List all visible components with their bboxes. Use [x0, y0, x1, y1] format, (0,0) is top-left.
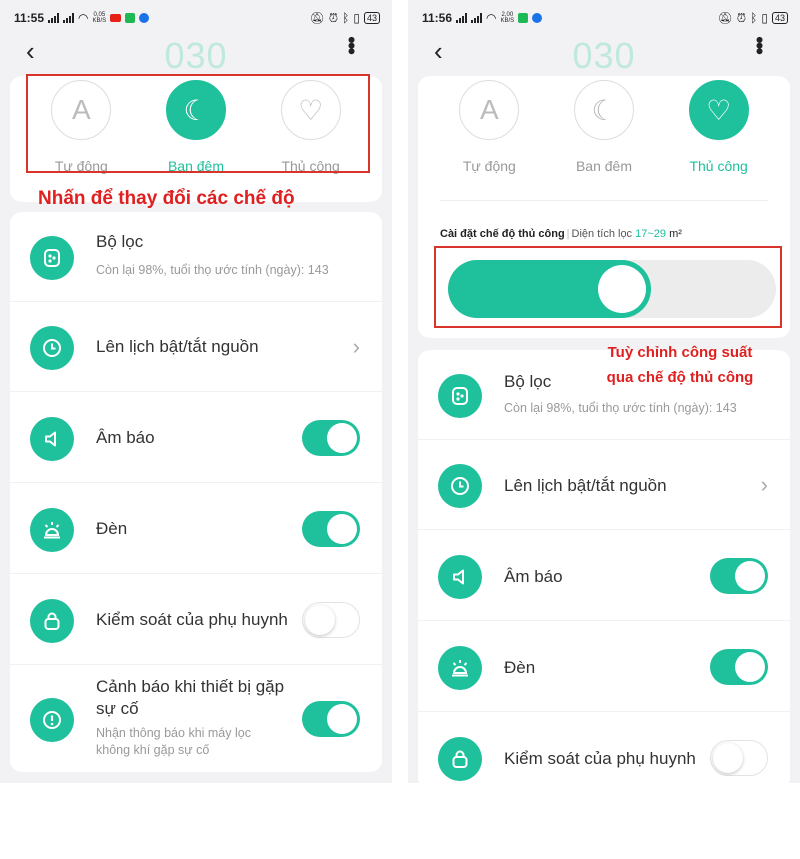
- auto-icon[interactable]: A: [459, 80, 520, 140]
- wifi-icon: ◠: [78, 11, 89, 25]
- heart-icon[interactable]: ♡: [688, 80, 749, 140]
- settings-row-parental: Kiểm soát của phụ huynh: [10, 575, 382, 665]
- title-bar: ‹ 030 •••: [408, 36, 800, 76]
- mode-label: Thủ công: [689, 158, 748, 174]
- vibrate-icon: ▯: [353, 11, 360, 25]
- settings-row-schedule[interactable]: Lên lịch bật/tắt nguồn ›: [10, 302, 382, 392]
- settings-row-alert: Cảnh báo khi thiết bị gặp sự cố Nhận thôn…: [10, 666, 382, 772]
- right-screenshot: 11:56 ◠ 2,00 KB/S 🔕︎ ⏰︎ ᛒ ▯ 43 ‹ 030 ••• …: [408, 0, 800, 783]
- signal-icon: [48, 13, 60, 23]
- chevron-right-icon: ›: [760, 472, 768, 497]
- manual-settings-label: Cài đặt chế độ thủ công | Diện tích lọc 17…: [440, 228, 682, 240]
- bluetooth-icon: ᛒ: [342, 11, 350, 25]
- messenger-icon: [139, 13, 150, 23]
- settings-list: Bộ lọc Còn lại 98%, tuổi thọ ước tính (n…: [10, 212, 382, 772]
- settings-list: Bộ lọc Còn lại 98%, tuổi thọ ước tính (n…: [418, 350, 790, 783]
- messenger-icon: [532, 13, 543, 23]
- clock-icon: [30, 326, 74, 370]
- line-app-icon: [518, 13, 529, 23]
- row-subtitle: Còn lại 98%, tuổi thọ ước tính (ngày): 1…: [504, 401, 737, 415]
- speaker-icon: [30, 417, 74, 461]
- annotation-text: Nhấn để thay đổi các chế độ: [38, 188, 295, 209]
- network-speed: 2,00 KB/S: [500, 12, 515, 24]
- device-title: 030: [164, 35, 228, 76]
- row-title: Lên lịch bật/tắt nguồn: [96, 337, 259, 356]
- wifi-icon: ◠: [486, 11, 497, 25]
- annotation-text: Tuỳ chỉnh công suất qua chế độ thủ công: [606, 344, 754, 386]
- status-time: 11:56: [422, 11, 453, 25]
- left-screenshot: 11:55 ◠ 0,05 KB/S 🔕︎ ⏰︎ ᛒ ▯ 43 ‹ 030 ••• …: [0, 0, 392, 783]
- light-toggle[interactable]: [302, 511, 360, 547]
- sound-toggle[interactable]: [302, 420, 360, 456]
- status-bar: 11:55 ◠ 0,05 KB/S 🔕︎ ⏰︎ ᛒ ▯ 43: [0, 0, 392, 36]
- more-options-icon[interactable]: •••: [339, 36, 364, 53]
- settings-row-parental: Kiểm soát của phụ huynh: [418, 713, 790, 783]
- status-time: 11:55: [14, 11, 45, 25]
- mode-auto[interactable]: A Tự động: [439, 80, 539, 174]
- clock-icon: [438, 464, 482, 508]
- alert-toggle[interactable]: [302, 701, 360, 737]
- parental-toggle[interactable]: [710, 740, 768, 776]
- mode-label: Tự động: [462, 158, 516, 174]
- row-title: Cảnh báo khi thiết bị gặp sự cố: [96, 677, 285, 718]
- settings-row-light: Đèn: [10, 484, 382, 574]
- lock-icon: [438, 737, 482, 781]
- divider: [440, 200, 768, 201]
- light-icon: [30, 508, 74, 552]
- light-toggle[interactable]: [710, 649, 768, 685]
- mode-manual[interactable]: ♡ Thủ công: [669, 80, 769, 174]
- vibrate-icon: ▯: [761, 11, 768, 25]
- annotation-box: [434, 246, 782, 328]
- battery-icon: 43: [363, 12, 380, 24]
- row-title: Bộ lọc: [504, 372, 552, 391]
- signal-icon-2: [471, 13, 483, 23]
- mode-selector: A Tự động ☾ Ban đêm ♡ Thủ công: [418, 80, 790, 174]
- mute-icon: 🔕︎: [717, 11, 733, 25]
- row-title: Kiểm soát của phụ huynh: [96, 610, 288, 629]
- row-title: Âm báo: [96, 428, 155, 447]
- chevron-right-icon: ›: [352, 334, 360, 359]
- sound-toggle[interactable]: [710, 558, 768, 594]
- row-title: Đèn: [504, 658, 536, 677]
- settings-row-filter[interactable]: Bộ lọc Còn lại 98%, tuổi thọ ước tính (n…: [10, 212, 382, 302]
- mode-night[interactable]: ☾ Ban đêm: [554, 80, 654, 174]
- row-title: Bộ lọc: [96, 232, 144, 251]
- status-bar: 11:56 ◠ 2,00 KB/S 🔕︎ ⏰︎ ᛒ ▯ 43: [408, 0, 800, 36]
- alarm-icon: ⏰︎: [328, 10, 339, 25]
- moon-icon[interactable]: ☾: [573, 80, 634, 140]
- title-bar: ‹ 030 •••: [0, 36, 392, 76]
- speaker-icon: [438, 555, 482, 599]
- settings-row-schedule[interactable]: Lên lịch bật/tắt nguồn ›: [418, 440, 790, 530]
- row-title: Lên lịch bật/tắt nguồn: [504, 476, 667, 495]
- row-subtitle: Nhận thông báo khi máy lọc không khí gặp …: [96, 726, 251, 757]
- battery-icon: 43: [771, 12, 788, 24]
- filter-icon: [438, 374, 482, 418]
- row-subtitle: Còn lại 98%, tuổi thọ ước tính (ngày): 1…: [96, 263, 329, 277]
- signal-icon-2: [63, 13, 75, 23]
- light-icon: [438, 646, 482, 690]
- mute-icon: 🔕︎: [309, 11, 325, 25]
- settings-row-light: Đèn: [418, 622, 790, 712]
- row-title: Âm báo: [504, 567, 563, 586]
- row-title: Kiểm soát của phụ huynh: [504, 749, 696, 768]
- mode-label: Ban đêm: [575, 158, 632, 174]
- network-speed: 0,05 KB/S: [92, 12, 107, 24]
- annotation-box: [26, 74, 370, 173]
- row-title: Đèn: [96, 519, 128, 538]
- line-app-icon: [125, 13, 136, 23]
- settings-row-sound: Âm báo: [10, 393, 382, 483]
- bluetooth-icon: ᛒ: [750, 11, 758, 25]
- device-title: 030: [572, 35, 636, 76]
- filter-icon: [30, 236, 74, 280]
- parental-toggle[interactable]: [302, 602, 360, 638]
- more-options-icon[interactable]: •••: [747, 36, 772, 53]
- signal-icon: [456, 13, 468, 23]
- lock-icon: [30, 599, 74, 643]
- alarm-icon: ⏰︎: [736, 10, 747, 25]
- alert-icon: [30, 698, 74, 742]
- youtube-icon: [110, 14, 122, 22]
- settings-row-sound: Âm báo: [418, 531, 790, 621]
